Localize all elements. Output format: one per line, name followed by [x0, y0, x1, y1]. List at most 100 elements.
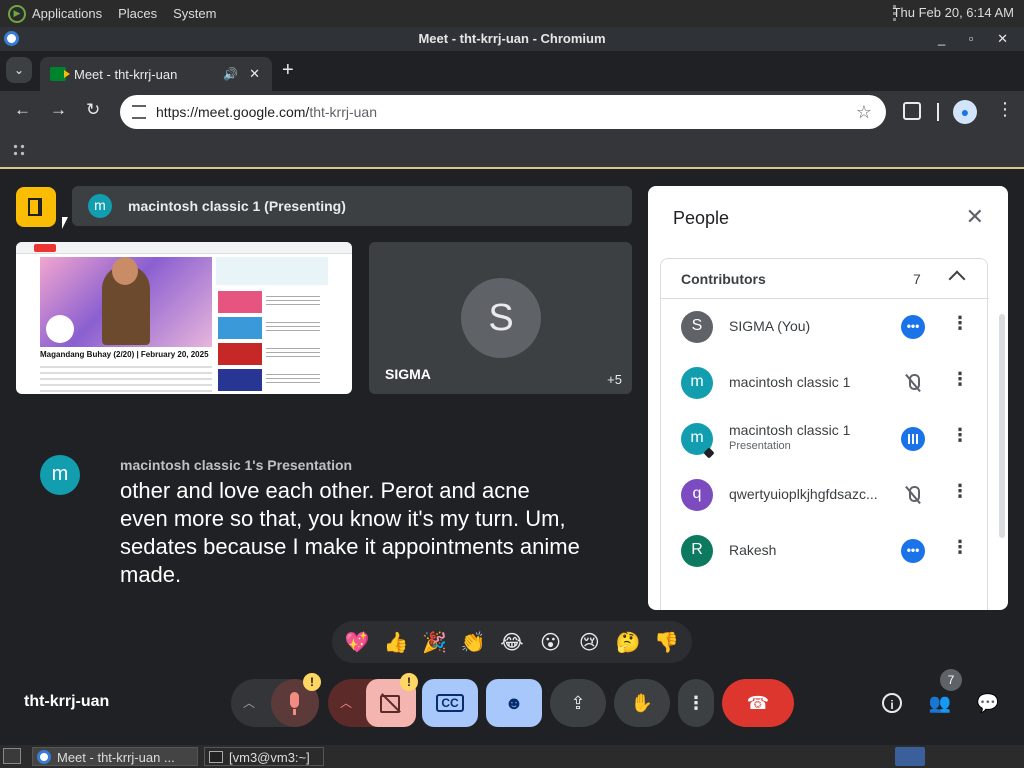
participant-more-icon[interactable]: ⋮ — [951, 425, 969, 446]
mic-warning-icon: ! — [303, 673, 321, 691]
meeting-details-button[interactable]: i — [877, 688, 907, 718]
tab-meet[interactable]: Meet - tht-krrj-uan 🔊 ✕ — [40, 57, 272, 91]
participant-row[interactable]: m macintosh classic 1 Presentation ⋮ — [661, 411, 989, 467]
door-icon — [28, 198, 42, 216]
chromium-icon[interactable] — [4, 31, 19, 46]
reaction-emoji-button[interactable]: 🎉 — [420, 630, 450, 655]
tab-close-icon[interactable]: ✕ — [249, 66, 260, 82]
taskbar-item-terminal[interactable]: [vm3@vm3:~] — [204, 747, 324, 766]
speaker-icon[interactable]: 🔊 — [223, 67, 238, 81]
site-info-icon[interactable] — [132, 105, 146, 119]
audio-settings-chevron-icon[interactable]: ︿ — [243, 679, 255, 727]
reaction-emoji-button[interactable]: 😢 — [574, 630, 604, 655]
video-settings-chevron-icon[interactable]: ︿ — [340, 679, 352, 727]
presenter-avatar: m — [88, 194, 112, 218]
youtube-logo-icon — [34, 244, 56, 252]
window-controls[interactable]: _ ▫ ✕ — [938, 27, 1018, 51]
tab-title: Meet - tht-krrj-uan — [74, 66, 178, 82]
forward-icon[interactable]: → — [50, 100, 67, 120]
tray-chromium-icon[interactable] — [895, 747, 925, 766]
window-title-bar: Meet - tht-krrj-uan - Chromium _ ▫ ✕ — [0, 27, 1024, 51]
new-tab-button[interactable]: + — [282, 59, 294, 82]
participant-row[interactable]: R Rakesh ••• ⋮ — [661, 523, 989, 579]
chat-icon: 💬 — [976, 693, 1000, 713]
meet-stage: m macintosh classic 1 (Presenting) Magan… — [0, 169, 1024, 745]
recommendation-text — [266, 293, 320, 307]
toolbar-divider — [937, 103, 939, 121]
more-participants-count[interactable]: +5 — [607, 372, 622, 387]
participant-more-icon[interactable]: ⋮ — [951, 537, 969, 558]
participant-row[interactable]: S SIGMA (You) ••• ⋮ — [661, 299, 989, 355]
terminal-icon — [209, 751, 223, 763]
leave-call-button[interactable]: ☎ — [722, 679, 794, 727]
presentation-indicator-button[interactable] — [16, 187, 56, 227]
reaction-emoji-button[interactable]: 🤔 — [613, 630, 643, 655]
recommendation-thumb — [218, 317, 262, 339]
show-desktop-icon[interactable] — [3, 748, 21, 764]
bookmark-star-icon[interactable]: ☆ — [856, 95, 872, 129]
participant-avatar: S — [681, 311, 713, 343]
reaction-emoji-button[interactable]: 😂 — [497, 630, 527, 655]
participant-more-icon[interactable]: ⋮ — [951, 369, 969, 390]
reaction-emoji-button[interactable]: 😮 — [536, 630, 566, 655]
microphone-control: ︿ ! — [231, 673, 321, 727]
presenting-label: macintosh classic 1 (Presenting) — [128, 198, 346, 214]
os-menu-places[interactable]: Places — [118, 6, 157, 21]
recommendation-thumb — [218, 291, 262, 313]
reaction-emoji-button[interactable]: 💖 — [342, 630, 372, 655]
recommendation-text — [266, 371, 320, 385]
camera-warning-icon: ! — [400, 673, 418, 691]
taskbar-item-chromium[interactable]: Meet - tht-krrj-uan ... — [32, 747, 198, 766]
os-menu-system[interactable]: System — [173, 6, 216, 21]
os-menu-applications[interactable]: Applications — [32, 6, 102, 21]
participant-name: macintosh classic 1 — [729, 374, 851, 390]
browser-toolbar: ← → ↻ https://meet.google.com/tht-krrj-u… — [0, 91, 1024, 133]
shared-video-frame — [40, 257, 212, 347]
people-panel-title: People — [673, 208, 730, 228]
mic-off-icon[interactable] — [901, 371, 925, 395]
apps-grid-icon[interactable] — [12, 143, 27, 158]
people-button[interactable]: 👥 — [925, 688, 955, 718]
shared-screen-tile[interactable]: Magandang Buhay (2/20) | February 20, 20… — [16, 242, 352, 394]
back-icon[interactable]: ← — [14, 100, 31, 120]
address-bar[interactable]: https://meet.google.com/tht-krrj-uan ☆ — [120, 95, 886, 129]
os-logo-icon[interactable]: ▶ — [8, 4, 26, 23]
present-now-button[interactable]: ⇪ — [550, 679, 606, 727]
os-taskbar: Meet - tht-krrj-uan ... [vm3@vm3:~] — [0, 745, 1024, 768]
people-scrollbar[interactable] — [999, 314, 1005, 538]
hand-icon: ✋ — [630, 693, 654, 713]
participant-tile-sigma[interactable]: S SIGMA +5 — [369, 242, 632, 394]
reaction-emoji-button[interactable]: 👏 — [458, 630, 488, 655]
contributors-header[interactable]: Contributors 7 — [661, 259, 989, 299]
extensions-icon[interactable] — [903, 102, 921, 120]
tab-search-button[interactable]: ⌄ — [6, 57, 32, 83]
participant-more-icon[interactable]: ⋮ — [951, 481, 969, 502]
chevron-up-icon[interactable] — [948, 270, 966, 288]
reaction-emoji-button[interactable]: 👍 — [381, 630, 411, 655]
os-clock[interactable]: Thu Feb 20, 6:14 AM — [893, 5, 1014, 20]
reload-icon[interactable]: ↻ — [86, 100, 100, 120]
more-options-button[interactable]: ⋮ — [678, 679, 714, 727]
close-panel-icon[interactable]: ✕ — [966, 204, 984, 230]
captions-button[interactable]: CC — [422, 679, 478, 727]
reaction-emoji-button[interactable]: 👎 — [652, 630, 682, 655]
browser-menu-icon[interactable]: ⋮ — [996, 99, 1014, 120]
participant-row[interactable]: m macintosh classic 1 ⋮ — [661, 355, 989, 411]
mic-off-icon[interactable] — [901, 483, 925, 507]
raise-hand-button[interactable]: ✋ — [614, 679, 670, 727]
video-person-head — [112, 257, 138, 285]
url-path: tht-krrj-uan — [309, 104, 377, 120]
contributors-label: Contributors — [681, 271, 766, 287]
taskbar-item-label: [vm3@vm3:~] — [229, 750, 310, 765]
sigma-tile-name: SIGMA — [385, 366, 431, 382]
profile-icon[interactable]: ● — [953, 100, 977, 124]
recommendation-text — [266, 345, 320, 359]
participant-more-icon[interactable]: ⋮ — [951, 313, 969, 334]
participant-row[interactable]: q qwertyuioplkjhgfdsazc... ⋮ — [661, 467, 989, 523]
chat-button[interactable]: 💬 — [973, 688, 1003, 718]
send-reaction-button[interactable]: ☻ — [486, 679, 542, 727]
presenting-bar[interactable]: m macintosh classic 1 (Presenting) — [72, 186, 632, 226]
participant-name: SIGMA (You) — [729, 318, 811, 334]
show-logo — [46, 315, 74, 343]
participant-subtitle: Presentation — [729, 440, 791, 452]
